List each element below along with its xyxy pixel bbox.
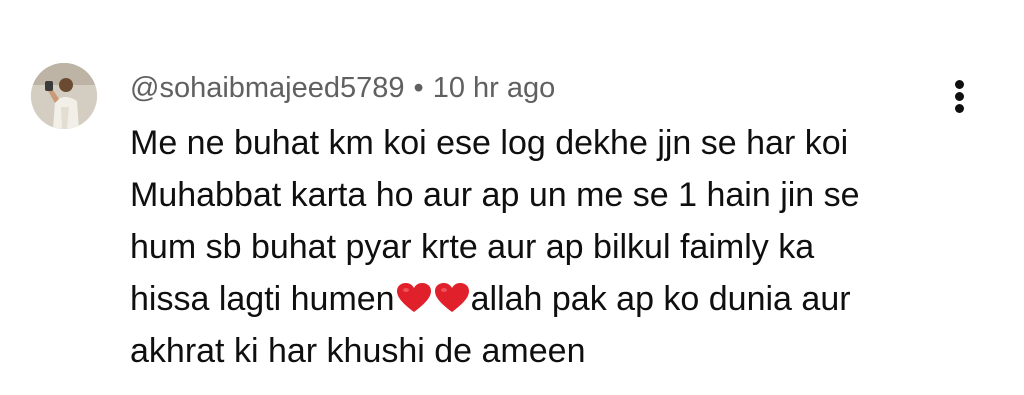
author-handle[interactable]: @sohaibmajeed5789 — [130, 72, 405, 105]
comment-line: hum sb buhat pyar krte aur ap bilkul fai… — [130, 228, 815, 266]
heart-emoji-pair — [395, 280, 471, 318]
avatar[interactable] — [31, 63, 97, 129]
menu-dot — [955, 104, 964, 113]
comment-meta: @sohaibmajeed5789 • 10 hr ago — [130, 68, 555, 108]
comment-body: Me ne buhat km koi ese log dekhe jjn se … — [130, 117, 950, 377]
comment-text-segment: hissa lagti humen — [130, 280, 395, 318]
comment-line: Me ne buhat km koi ese log dekhe jjn se … — [130, 124, 849, 162]
menu-dot — [955, 92, 964, 101]
comment-text-segment: allah pak ap ko dunia aur — [470, 280, 851, 318]
red-heart-icon — [434, 283, 469, 313]
user-avatar-photo-icon — [31, 63, 97, 129]
comment: @sohaibmajeed5789 • 10 hr ago Me ne buha… — [0, 0, 1024, 395]
comment-line: akhrat ki har khushi de ameen — [130, 332, 586, 370]
meta-separator: • — [413, 71, 424, 104]
comment-timestamp[interactable]: 10 hr ago — [433, 72, 556, 105]
comment-line: Muhabbat karta ho aur ap un me se 1 hain… — [130, 176, 860, 214]
menu-dot — [955, 80, 964, 89]
more-vert-icon[interactable] — [944, 76, 976, 116]
red-heart-icon — [396, 283, 431, 313]
comment-line: hissa lagti humen allah pak ap ko dunia a… — [130, 273, 950, 325]
